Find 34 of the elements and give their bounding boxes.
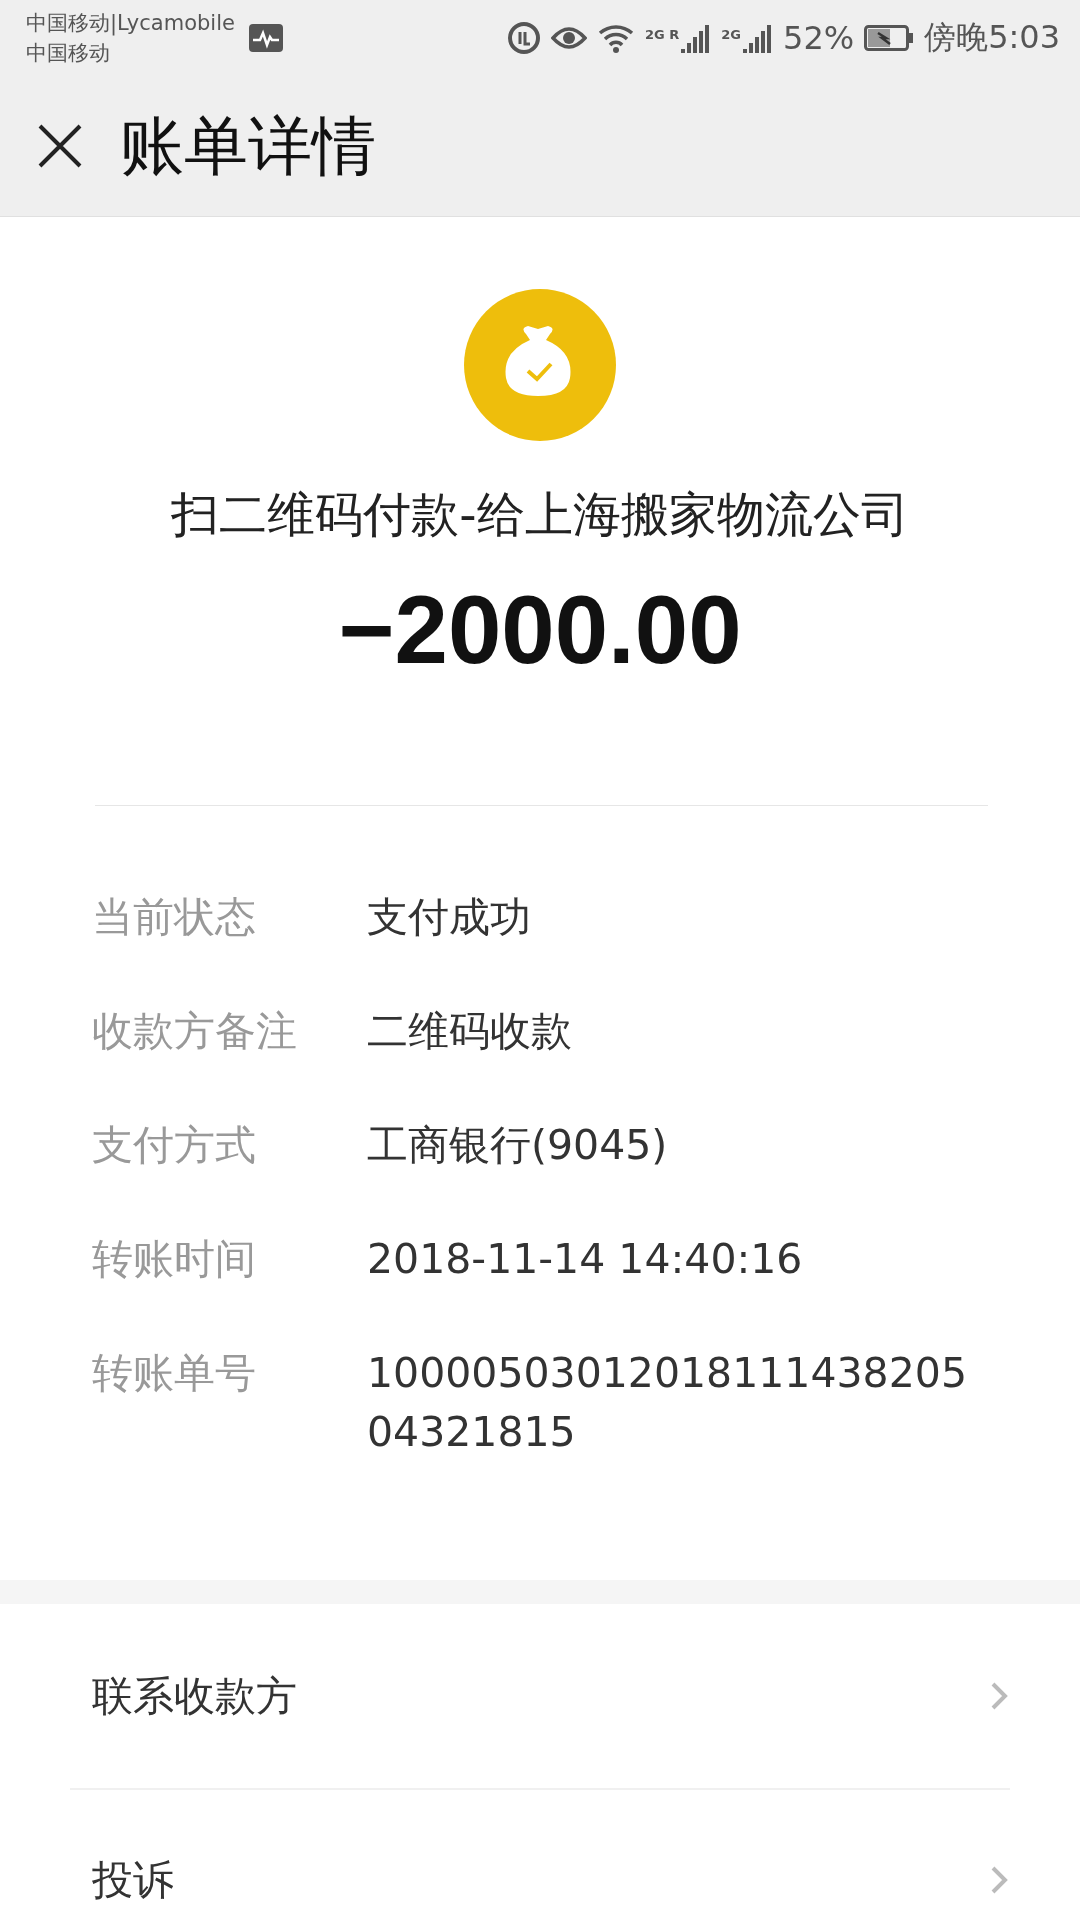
detail-label: 转账时间 xyxy=(92,1234,257,1285)
network-label: 2G xyxy=(721,27,741,42)
detail-label: 转账单号 xyxy=(92,1348,257,1399)
signal-icon xyxy=(681,23,712,53)
payee-name: 扫二维码付款-给上海搬家物流公司 xyxy=(171,485,909,544)
action-label[interactable]: 联系收款方 xyxy=(92,1668,297,1724)
detail-label: 支付方式 xyxy=(92,1120,257,1171)
chevron-icon xyxy=(990,1681,1008,1711)
close-icon[interactable] xyxy=(36,122,84,170)
battery-percent: 52% xyxy=(783,19,855,57)
action-row[interactable]: 联系收款方 xyxy=(0,1604,1080,1788)
action-row[interactable]: 投诉 xyxy=(0,1790,1080,1920)
battery-icon xyxy=(864,25,915,51)
carrier-name: 中国移动 xyxy=(26,40,111,67)
detail-value: 支付成功 xyxy=(367,892,532,943)
clock-time: 傍晚5:03 xyxy=(924,17,1060,58)
detail-label: 当前状态 xyxy=(92,892,257,943)
detail-value: 工商银行(9045) xyxy=(367,1120,669,1171)
action-label[interactable]: 投诉 xyxy=(92,1852,174,1908)
payment-amount: −2000.00 xyxy=(338,575,742,685)
detail-label: 收款方备注 xyxy=(92,1006,298,1057)
page-title: 账单详情 xyxy=(120,107,376,185)
data-saver-icon xyxy=(507,21,542,55)
detail-value: 二维码收款 xyxy=(367,1006,573,1057)
network-label: 2G R xyxy=(645,27,680,42)
detail-value: 1000050301201811143820504321815 xyxy=(367,1348,967,1458)
money-bag-icon xyxy=(464,289,616,441)
chevron-icon xyxy=(990,1865,1008,1895)
signal-icon xyxy=(743,23,773,53)
activity-icon xyxy=(248,24,283,52)
wifi-icon xyxy=(597,22,636,54)
carrier-name: 中国移动|Lycamobile xyxy=(26,10,235,38)
detail-value: 2018-11-14 14:40:16 xyxy=(367,1234,804,1285)
eye-icon xyxy=(551,24,588,52)
